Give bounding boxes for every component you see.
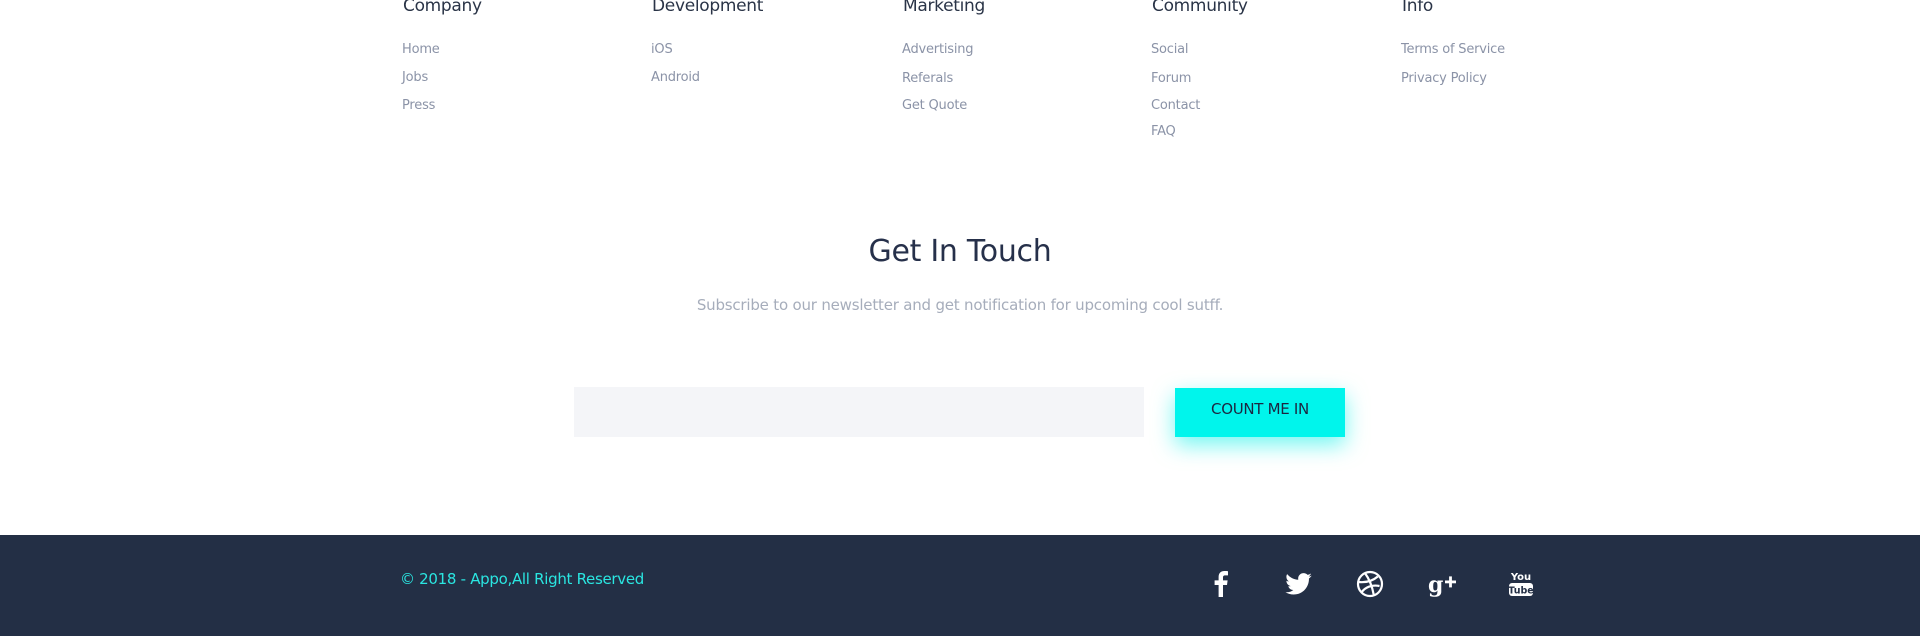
email-input[interactable]: [574, 387, 1144, 437]
dribbble-icon[interactable]: [1355, 569, 1385, 599]
copyright-text: © 2018 - Appo,All Right Reserved: [400, 570, 644, 588]
svg-text:You: You: [1510, 572, 1531, 583]
twitter-icon[interactable]: [1283, 569, 1313, 599]
link-press[interactable]: Press: [402, 98, 435, 113]
svg-text:Tube: Tube: [1508, 586, 1533, 597]
link-android[interactable]: Android: [651, 70, 700, 85]
column-title-development: Development: [652, 0, 764, 16]
facebook-icon[interactable]: [1206, 569, 1236, 599]
link-faq[interactable]: FAQ: [1151, 124, 1176, 139]
youtube-icon[interactable]: You Tube: [1506, 569, 1536, 599]
column-title-company: Company: [403, 0, 482, 16]
column-title-community: Community: [1152, 0, 1248, 16]
newsletter-subtitle: Subscribe to our newsletter and get noti…: [696, 296, 1224, 314]
footer-bar: © 2018 - Appo,All Right Reserved g You T…: [0, 535, 1920, 636]
count-me-in-button[interactable]: COUNT ME IN: [1175, 388, 1345, 437]
link-contact[interactable]: Contact: [1151, 98, 1200, 113]
link-get-quote[interactable]: Get Quote: [902, 98, 967, 113]
google-plus-icon[interactable]: g: [1428, 569, 1458, 599]
link-privacy-policy[interactable]: Privacy Policy: [1401, 71, 1487, 86]
svg-text:g: g: [1428, 572, 1443, 597]
column-title-info: Info: [1402, 0, 1433, 16]
link-ios[interactable]: iOS: [651, 42, 673, 57]
link-terms-of-service[interactable]: Terms of Service: [1401, 42, 1505, 57]
link-jobs[interactable]: Jobs: [402, 70, 428, 85]
link-referals[interactable]: Referals: [902, 71, 953, 86]
link-social[interactable]: Social: [1151, 42, 1189, 57]
link-forum[interactable]: Forum: [1151, 71, 1191, 86]
newsletter-title: Get In Touch: [868, 234, 1052, 269]
column-title-marketing: Marketing: [903, 0, 986, 16]
link-advertising[interactable]: Advertising: [902, 42, 974, 57]
link-home[interactable]: Home: [402, 42, 440, 57]
